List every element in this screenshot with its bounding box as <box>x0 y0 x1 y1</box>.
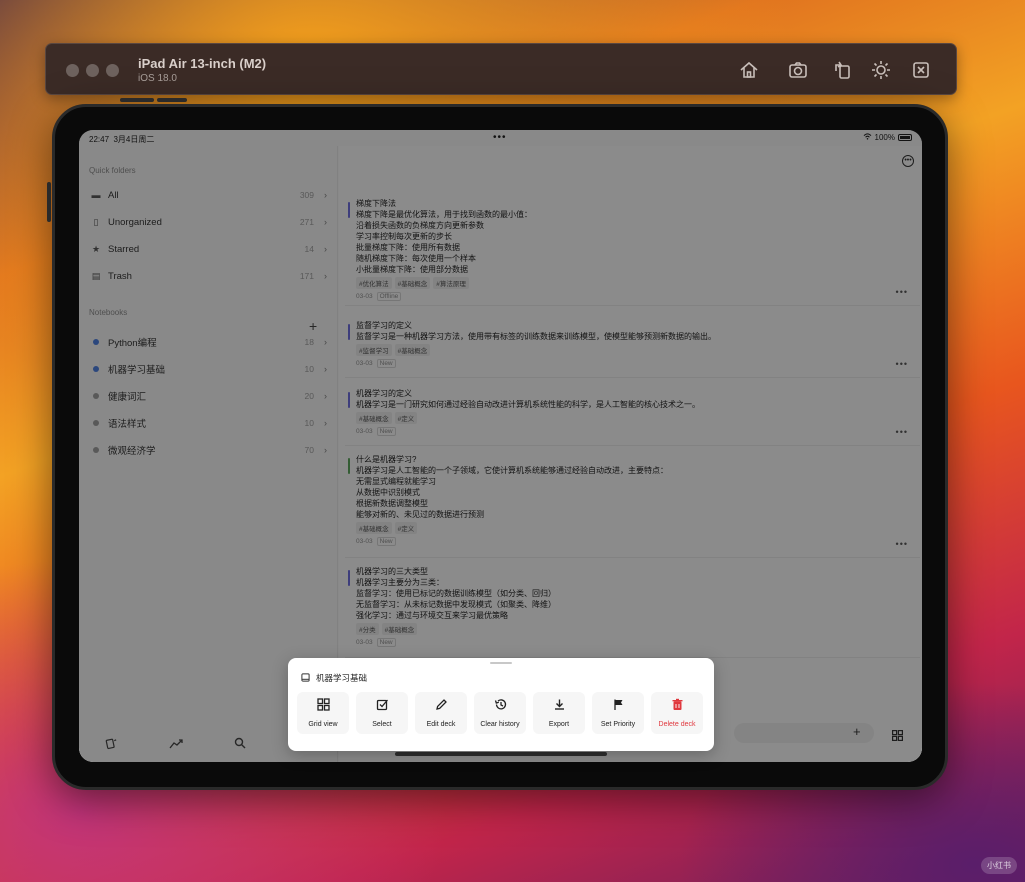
device-name: iPad Air 13-inch (M2) <box>138 56 267 71</box>
grid-icon <box>316 698 330 716</box>
screenshot-icon[interactable] <box>787 59 809 81</box>
watermark: 小红书 <box>981 857 1017 874</box>
action-label: Clear history <box>480 721 520 728</box>
os-version: iOS 18.0 <box>138 73 177 84</box>
volume-down-button <box>157 98 187 102</box>
brightness-icon[interactable] <box>870 59 892 81</box>
delete-deck-button[interactable]: Delete deck <box>651 692 703 734</box>
sheet-actions: Grid view Select Edit deck Clear history… <box>297 692 703 734</box>
deck-action-sheet: 机器学习基础 Grid view Select Edit deck Clear … <box>288 658 714 751</box>
simulator-toolbar: iPad Air 13-inch (M2) iOS 18.0 <box>45 43 957 95</box>
edit-deck-button[interactable]: Edit deck <box>415 692 467 734</box>
select-button[interactable]: Select <box>356 692 408 734</box>
clear-history-button[interactable]: Clear history <box>474 692 526 734</box>
zoom-window-button[interactable] <box>106 64 119 77</box>
sheet-title: 机器学习基础 <box>316 673 368 683</box>
action-label: Set Priority <box>600 721 636 728</box>
grid-view-button[interactable]: Grid view <box>297 692 349 734</box>
minimize-window-button[interactable] <box>86 64 99 77</box>
action-label: Export <box>548 721 570 728</box>
set-priority-button[interactable]: Set Priority <box>592 692 644 734</box>
volume-up-button <box>120 98 154 102</box>
action-label: Edit deck <box>426 721 456 728</box>
home-indicator[interactable] <box>395 752 607 756</box>
sheet-grabber[interactable] <box>490 662 512 664</box>
power-button <box>47 182 51 222</box>
action-label: Grid view <box>308 721 338 728</box>
rotate-icon[interactable] <box>832 59 854 81</box>
close-window-button[interactable] <box>66 64 79 77</box>
book-icon <box>301 672 310 684</box>
action-label: Delete deck <box>658 721 696 728</box>
keyboard-icon[interactable] <box>910 59 932 81</box>
history-icon <box>494 698 507 716</box>
flag-icon <box>612 698 625 716</box>
download-icon <box>553 698 566 716</box>
pencil-icon <box>435 698 448 716</box>
export-button[interactable]: Export <box>533 692 585 734</box>
trash-icon <box>671 698 684 716</box>
action-label: Select <box>372 721 392 728</box>
checkbox-icon <box>376 698 389 716</box>
home-icon[interactable] <box>738 59 760 81</box>
